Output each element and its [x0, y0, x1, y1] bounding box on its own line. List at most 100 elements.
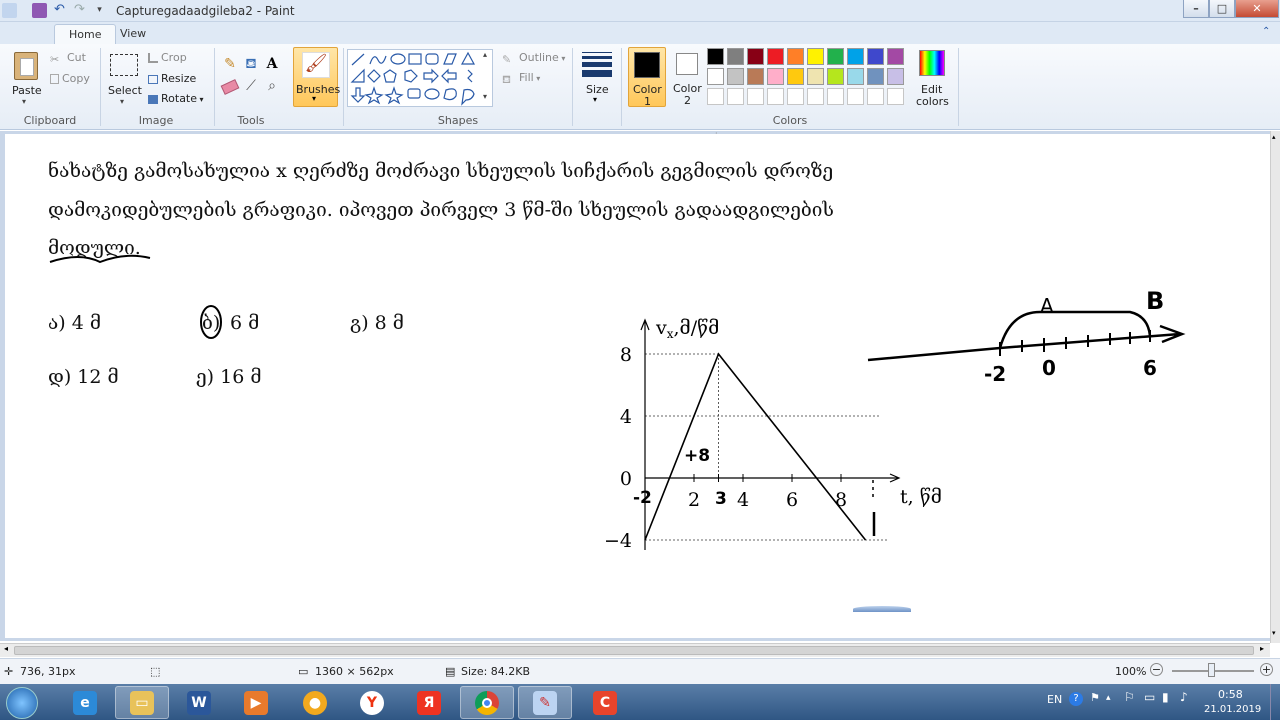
text-tool-icon[interactable]: A [262, 56, 282, 76]
custom-color-slot[interactable] [807, 88, 824, 105]
eraser-icon[interactable] [220, 79, 240, 95]
language-indicator[interactable]: EN [1047, 693, 1062, 706]
select-button[interactable]: Select ▾ [106, 50, 142, 106]
shapes-gallery[interactable] [347, 49, 493, 107]
palette-swatch[interactable] [727, 68, 744, 85]
palette-swatch[interactable] [787, 48, 804, 65]
taskbar-explorer[interactable]: ▭ [115, 686, 169, 719]
outline-button[interactable]: ✎ Outline ▾ [502, 51, 565, 66]
custom-color-slot[interactable] [827, 88, 844, 105]
shapes-more-icon[interactable]: ▾ [483, 92, 487, 101]
taskbar-paint[interactable]: ✎ [518, 686, 572, 719]
rotate-button[interactable]: Rotate ▾ [148, 92, 204, 105]
volume-icon[interactable]: ♪ [1180, 690, 1188, 704]
taskbar-camtasia[interactable]: C [578, 686, 632, 719]
undo-icon[interactable]: ↶ [52, 3, 67, 18]
resize-button[interactable]: Resize [148, 72, 196, 85]
recorder-icon: C [593, 690, 617, 715]
copy-button[interactable]: Copy [50, 72, 90, 85]
custom-color-slot[interactable] [767, 88, 784, 105]
palette-swatch[interactable] [847, 48, 864, 65]
chart-x-tick-label: 4 [737, 489, 749, 511]
palette-swatch[interactable] [867, 68, 884, 85]
paste-button[interactable]: Paste ▾ [8, 50, 44, 106]
network-tray-icon[interactable]: ⚑ [1090, 691, 1100, 704]
customize-quick-access-icon[interactable]: ▾ [92, 3, 107, 18]
crop-button[interactable]: Crop [148, 51, 187, 64]
color-picker-icon[interactable]: ⟋ [241, 78, 261, 98]
palette-swatch[interactable] [747, 48, 764, 65]
minimize-button[interactable]: – [1183, 0, 1209, 18]
shapes-scroll-up-icon[interactable]: ▴ [483, 50, 487, 59]
palette-swatch[interactable] [767, 48, 784, 65]
fill-bucket-icon[interactable]: ⛾ [241, 56, 261, 76]
taskbar-yandex-app[interactable]: Я [402, 686, 456, 719]
palette-swatch[interactable] [787, 68, 804, 85]
palette-swatch[interactable] [887, 68, 904, 85]
show-hidden-icons[interactable]: ▴ [1106, 693, 1111, 703]
palette-swatch[interactable] [807, 48, 824, 65]
save-icon[interactable] [32, 3, 47, 18]
custom-color-slot[interactable] [747, 88, 764, 105]
colors-group-label: Colors [772, 114, 808, 127]
taskbar-word[interactable]: W [172, 686, 226, 719]
taskbar-ie[interactable]: e [58, 686, 112, 719]
edit-colors-button[interactable]: Edit colors [914, 48, 950, 108]
palette-swatch[interactable] [707, 48, 724, 65]
taskbar-yandex[interactable]: Y [345, 686, 399, 719]
palette-swatch[interactable] [727, 48, 744, 65]
taskbar-paint-palette[interactable]: ● [288, 686, 342, 719]
flag-tray-icon[interactable]: ⚐ [1124, 690, 1135, 704]
palette-swatch[interactable] [827, 48, 844, 65]
collapse-ribbon-icon[interactable]: ⌃ [1262, 26, 1270, 37]
horizontal-scrollbar[interactable]: ◂ ▸ [0, 643, 1270, 657]
help-icon[interactable]: ? [1069, 692, 1083, 706]
wifi-tray-icon[interactable]: ▮ [1162, 690, 1169, 704]
scroll-down-icon[interactable]: ▾ [1272, 629, 1276, 637]
start-button[interactable] [6, 687, 38, 719]
custom-color-slot[interactable] [867, 88, 884, 105]
clock-time[interactable]: 0:58 [1218, 688, 1243, 701]
redo-icon[interactable]: ↷ [72, 3, 87, 18]
palette-swatch[interactable] [767, 68, 784, 85]
palette-swatch[interactable] [707, 68, 724, 85]
cut-button[interactable]: ✂ Cut [50, 51, 86, 66]
tab-view[interactable]: View [106, 24, 160, 44]
color2-number: 2 [684, 94, 691, 107]
palette-swatch[interactable] [827, 68, 844, 85]
palette-swatch[interactable] [807, 68, 824, 85]
custom-color-slot[interactable] [787, 88, 804, 105]
fill-button[interactable]: ⛾ Fill ▾ [502, 71, 540, 86]
custom-color-slot[interactable] [887, 88, 904, 105]
custom-color-slot[interactable] [847, 88, 864, 105]
vertical-scrollbar[interactable]: ▴ ▾ [1270, 131, 1280, 643]
zoom-out-button[interactable]: − [1150, 663, 1163, 676]
palette-swatch[interactable] [867, 48, 884, 65]
custom-color-slot[interactable] [727, 88, 744, 105]
chart-x-tick-label: 2 [688, 489, 700, 511]
horizontal-scroll-thumb[interactable] [14, 646, 1254, 655]
zoom-slider-thumb[interactable] [1208, 663, 1215, 677]
clock-date[interactable]: 21.01.2019 [1204, 704, 1261, 715]
monitor-tray-icon[interactable]: ▭ [1144, 690, 1155, 704]
close-button[interactable]: ✕ [1235, 0, 1279, 18]
color1-button[interactable]: Color 1 [628, 47, 666, 108]
taskbar-media[interactable]: ▶ [229, 686, 283, 719]
brushes-button[interactable]: 🖌 Brushes ▾ [293, 47, 340, 107]
magnifier-icon[interactable]: ⌕ [262, 78, 282, 98]
custom-color-slot[interactable] [707, 88, 724, 105]
scroll-up-icon[interactable]: ▴ [1272, 133, 1276, 141]
taskbar-chrome[interactable] [460, 686, 514, 719]
palette-swatch[interactable] [747, 68, 764, 85]
scroll-left-icon[interactable]: ◂ [4, 644, 8, 653]
paint-app-icon[interactable] [2, 3, 17, 18]
pencil-icon[interactable]: ✎ [220, 56, 240, 76]
scroll-right-icon[interactable]: ▸ [1260, 644, 1264, 653]
zoom-in-button[interactable]: + [1260, 663, 1273, 676]
maximize-button[interactable]: □ [1209, 0, 1235, 18]
palette-swatch[interactable] [887, 48, 904, 65]
palette-swatch[interactable] [847, 68, 864, 85]
show-desktop-button[interactable] [1270, 684, 1280, 720]
size-button[interactable]: Size ▾ [580, 50, 614, 106]
color2-button[interactable]: Color 2 [670, 47, 706, 107]
